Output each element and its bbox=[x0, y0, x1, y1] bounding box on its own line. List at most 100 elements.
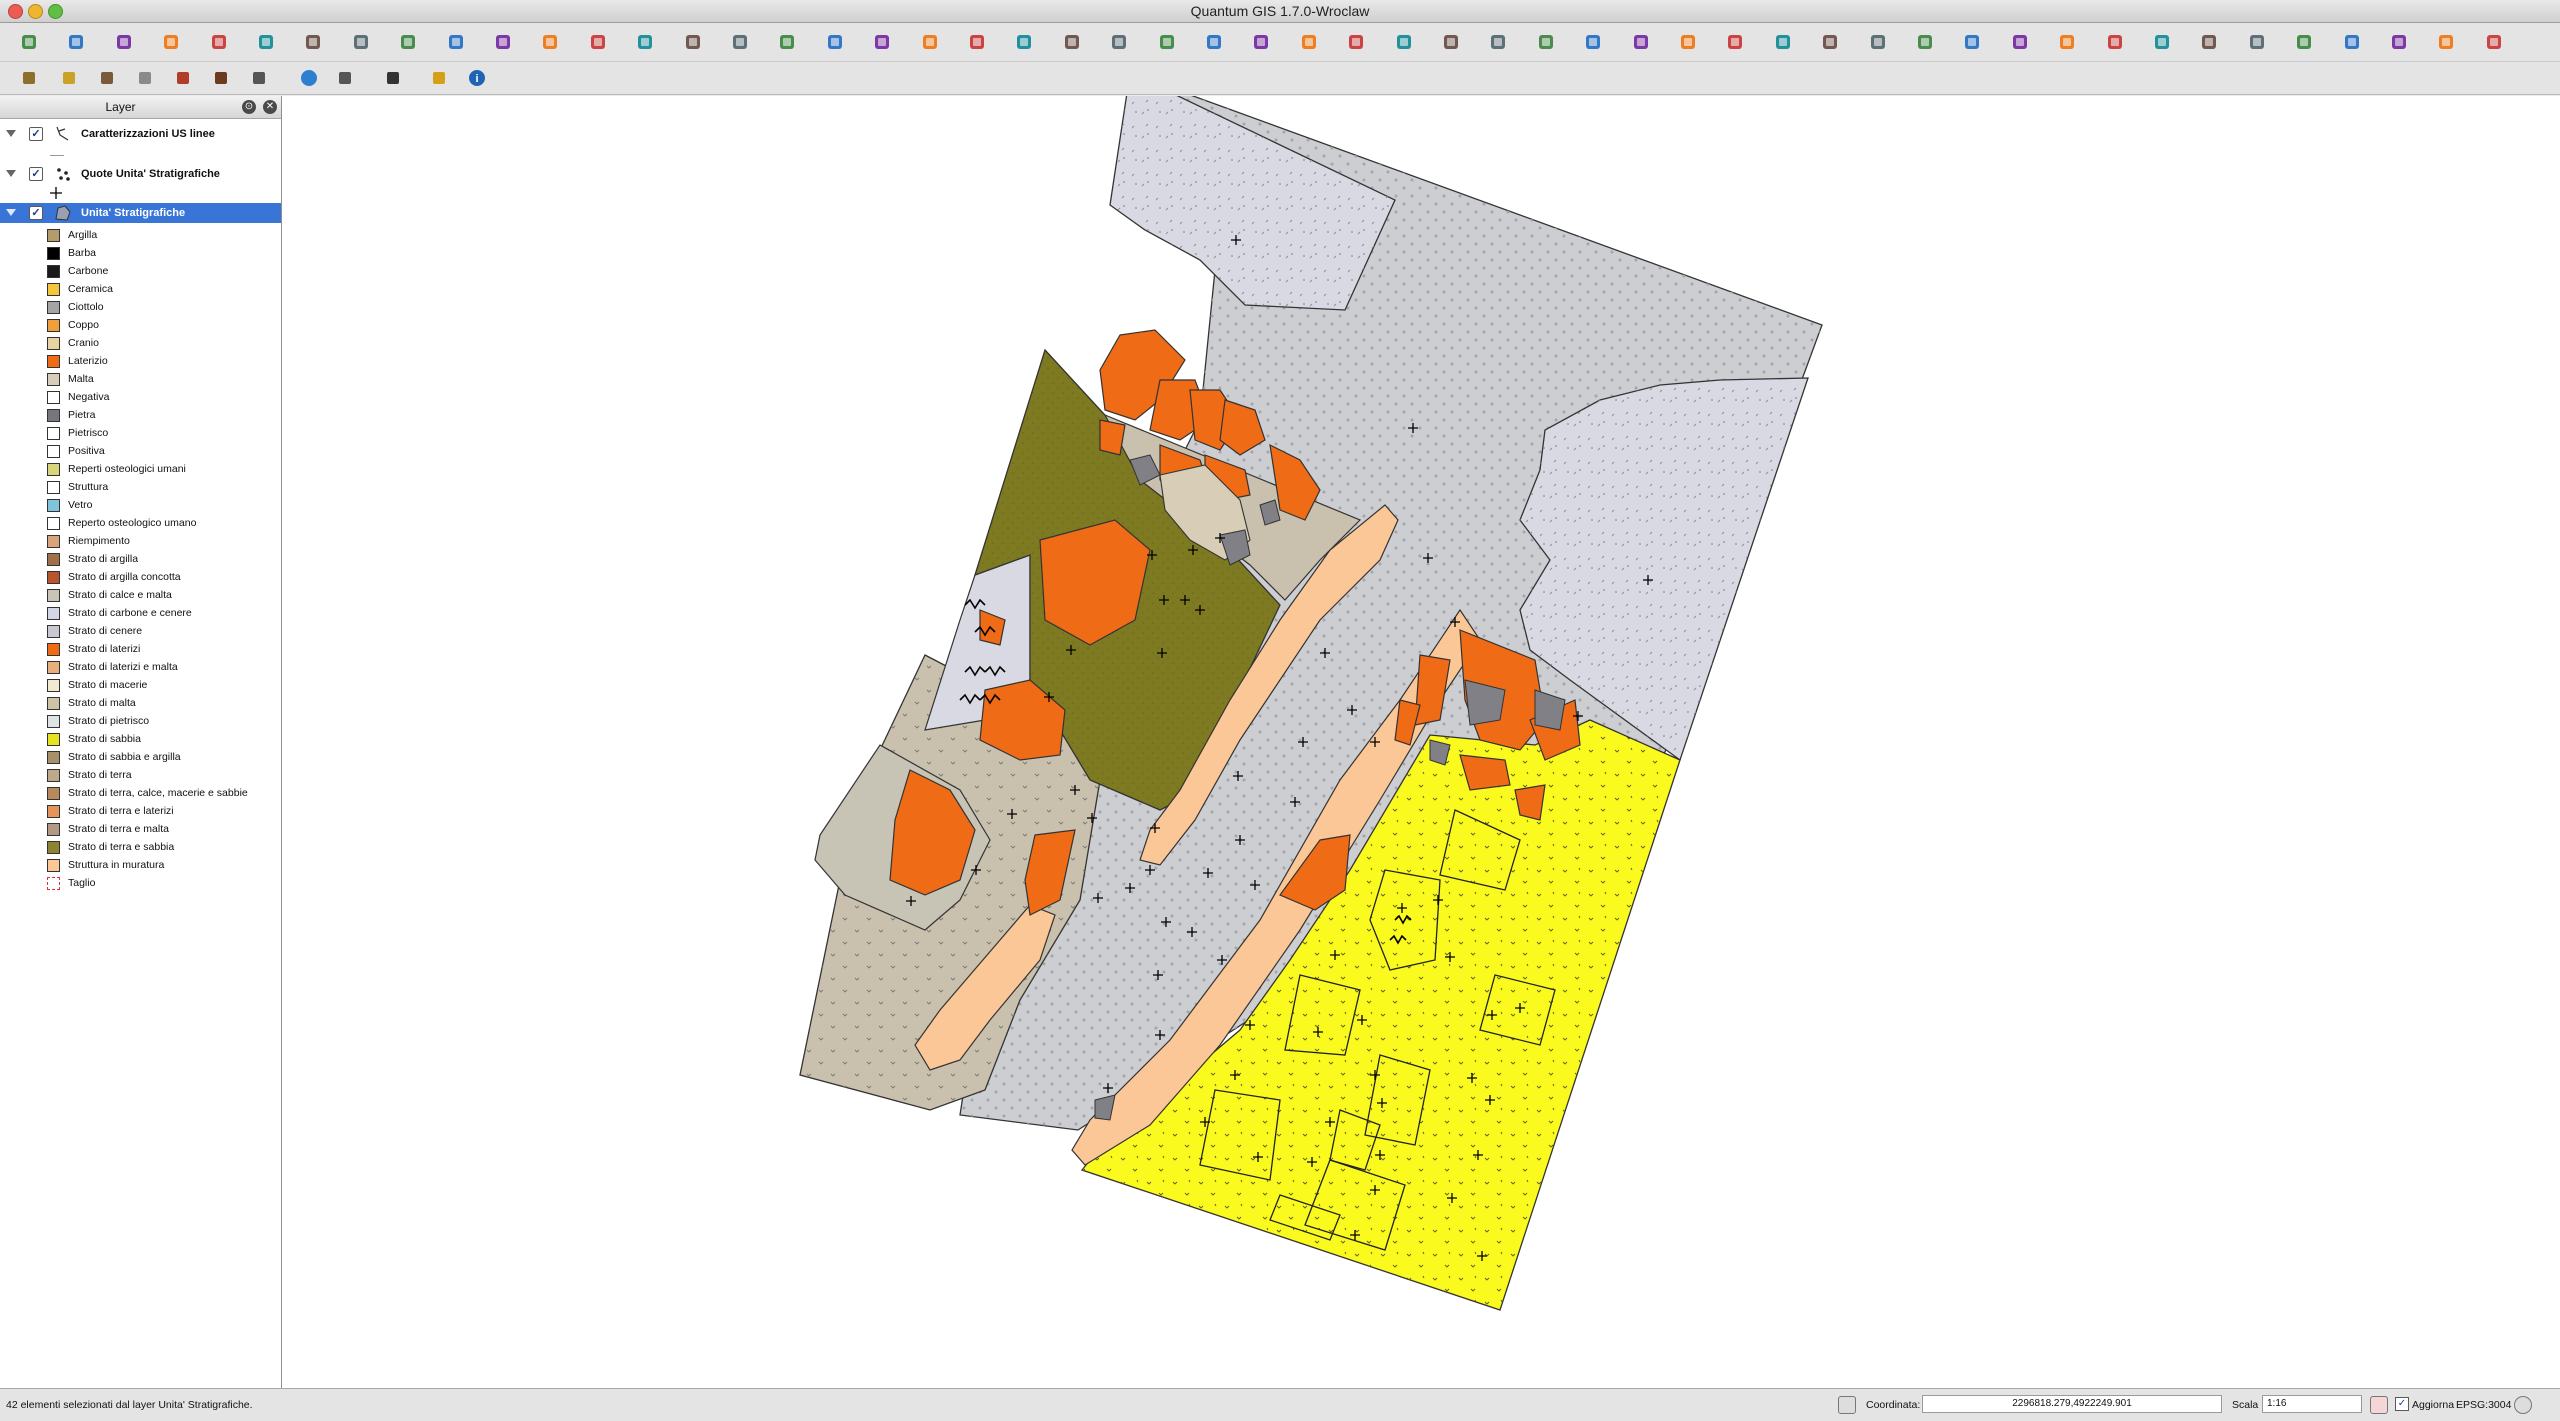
legend-item[interactable]: Strato di macerie bbox=[0, 676, 281, 694]
save-edits-icon[interactable] bbox=[869, 29, 895, 55]
zoom-in-icon[interactable] bbox=[490, 29, 516, 55]
map-tips-icon[interactable] bbox=[2054, 29, 2080, 55]
deselect-icon[interactable] bbox=[1959, 29, 1985, 55]
attribute-table-icon[interactable] bbox=[2007, 29, 2033, 55]
globe-icon[interactable] bbox=[296, 65, 322, 91]
legend-item[interactable]: Struttura in muratura bbox=[0, 856, 281, 874]
legend-item[interactable]: Taglio bbox=[0, 874, 281, 892]
zoom-extent-icon[interactable] bbox=[1343, 29, 1369, 55]
refresh-icon[interactable] bbox=[774, 29, 800, 55]
coordinate-field[interactable]: 2296818.279,4922249.901 bbox=[1922, 1395, 2222, 1413]
zoom-in-alt-icon[interactable] bbox=[1485, 29, 1511, 55]
legend-item[interactable]: Strato di cenere bbox=[0, 622, 281, 640]
legend-item[interactable]: Pietra bbox=[0, 406, 281, 424]
stop-render-icon[interactable] bbox=[2370, 1396, 2388, 1414]
zoom-native-icon[interactable] bbox=[1438, 29, 1464, 55]
measure-area-icon[interactable] bbox=[1865, 29, 1891, 55]
layer-visibility-checkbox[interactable]: ✓ bbox=[29, 167, 43, 181]
shoe-icon[interactable] bbox=[94, 65, 120, 91]
scale-field[interactable]: 1:16 bbox=[2262, 1395, 2362, 1413]
crs-settings-icon[interactable] bbox=[2514, 1396, 2532, 1414]
layer-item-quote[interactable]: ✓ Quote Unita' Stratigrafiche bbox=[0, 164, 281, 184]
legend-item[interactable]: Strato di terra bbox=[0, 766, 281, 784]
cut-icon[interactable] bbox=[1059, 29, 1085, 55]
camera-icon[interactable] bbox=[380, 65, 406, 91]
node-tool-icon[interactable] bbox=[964, 29, 990, 55]
map-canvas[interactable] bbox=[282, 96, 2560, 1388]
panel-float-icon[interactable]: ⊙ bbox=[242, 100, 256, 114]
new-composer-icon[interactable] bbox=[2339, 29, 2365, 55]
zoom-out-icon[interactable] bbox=[537, 29, 563, 55]
coordinate-toggle-icon[interactable] bbox=[1838, 1396, 1856, 1414]
legend-item[interactable]: Negativa bbox=[0, 388, 281, 406]
new-project-icon[interactable] bbox=[16, 29, 42, 55]
legend-item[interactable]: Argilla bbox=[0, 226, 281, 244]
select-icon[interactable] bbox=[1912, 29, 1938, 55]
add-star-icon[interactable] bbox=[253, 29, 279, 55]
pan-map-icon[interactable] bbox=[443, 29, 469, 55]
paste-icon[interactable] bbox=[1154, 29, 1180, 55]
legend-item[interactable]: Strato di carbone e cenere bbox=[0, 604, 281, 622]
legend-item[interactable]: Malta bbox=[0, 370, 281, 388]
boot-icon[interactable] bbox=[208, 65, 234, 91]
add-vector-icon[interactable] bbox=[1628, 29, 1654, 55]
tool-sheet-icon[interactable] bbox=[132, 65, 158, 91]
legend-item[interactable]: Strato di laterizi e malta bbox=[0, 658, 281, 676]
new-bookmark-icon[interactable] bbox=[2102, 29, 2128, 55]
zoom-layer-icon[interactable] bbox=[632, 29, 658, 55]
legend-item[interactable]: Vetro bbox=[0, 496, 281, 514]
legend-item[interactable]: Cranio bbox=[0, 334, 281, 352]
legend-item[interactable]: Ciottolo bbox=[0, 298, 281, 316]
layer-item-unita-stratigrafiche[interactable]: ✓ Unita' Stratigrafiche bbox=[0, 203, 281, 223]
legend-item[interactable]: Positiva bbox=[0, 442, 281, 460]
legend-item[interactable]: Strato di terra e laterizi bbox=[0, 802, 281, 820]
zoom-full-icon[interactable] bbox=[585, 29, 611, 55]
render-checkbox[interactable]: ✓ bbox=[2395, 1397, 2409, 1411]
tower-icon[interactable] bbox=[246, 65, 272, 91]
pan-hand-icon[interactable] bbox=[1201, 29, 1227, 55]
zoom-minus-icon[interactable] bbox=[1296, 29, 1322, 55]
copy-icon[interactable] bbox=[1106, 29, 1132, 55]
legend-item[interactable]: Strato di terra e malta bbox=[0, 820, 281, 838]
zoom-out-alt-icon[interactable] bbox=[1533, 29, 1559, 55]
save-project-icon[interactable] bbox=[111, 29, 137, 55]
text-icon[interactable] bbox=[2291, 29, 2317, 55]
legend-item[interactable]: Strato di sabbia e argilla bbox=[0, 748, 281, 766]
legend-item[interactable]: Strato di argilla bbox=[0, 550, 281, 568]
save-as-icon[interactable] bbox=[158, 29, 184, 55]
legend-item[interactable]: Carbone bbox=[0, 262, 281, 280]
show-bookmarks-icon[interactable] bbox=[2149, 29, 2175, 55]
whats-this-icon[interactable] bbox=[1770, 29, 1796, 55]
legend-item[interactable]: Strato di terra, calce, macerie e sabbie bbox=[0, 784, 281, 802]
zoom-selection-icon[interactable] bbox=[1391, 29, 1417, 55]
crs-label[interactable]: EPSG:3004 bbox=[2456, 1399, 2511, 1411]
legend-item[interactable]: Strato di calce e malta bbox=[0, 586, 281, 604]
remove-layer-icon[interactable] bbox=[300, 29, 326, 55]
legend-item[interactable]: Barba bbox=[0, 244, 281, 262]
expand-triangle-icon[interactable] bbox=[6, 130, 16, 137]
move-feature-icon[interactable] bbox=[917, 29, 943, 55]
database-icon[interactable] bbox=[56, 65, 82, 91]
sync-icon[interactable] bbox=[332, 65, 358, 91]
legend-item[interactable]: Strato di laterizi bbox=[0, 640, 281, 658]
legend-item[interactable]: Strato di malta bbox=[0, 694, 281, 712]
open-project-icon[interactable] bbox=[63, 29, 89, 55]
legend-item[interactable]: Reperti osteologici umani bbox=[0, 460, 281, 478]
map-svg[interactable] bbox=[282, 96, 2560, 1388]
legend-item[interactable]: Laterizio bbox=[0, 352, 281, 370]
cart-icon[interactable] bbox=[170, 65, 196, 91]
legend-item[interactable]: Strato di argilla concotta bbox=[0, 568, 281, 586]
legend-item[interactable]: Strato di sabbia bbox=[0, 730, 281, 748]
legend-item[interactable]: Reperto osteologico umano bbox=[0, 514, 281, 532]
zoom-last-icon[interactable] bbox=[680, 29, 706, 55]
expand-triangle-icon[interactable] bbox=[6, 170, 16, 177]
undo-icon[interactable] bbox=[348, 29, 374, 55]
print-icon[interactable] bbox=[2481, 29, 2507, 55]
legend-item[interactable]: Ceramica bbox=[0, 280, 281, 298]
layer-item-caratterizzazioni[interactable]: ✓ Caratterizzazioni US linee bbox=[0, 124, 281, 144]
redo-icon[interactable] bbox=[395, 29, 421, 55]
legend-item[interactable]: Pietrisco bbox=[0, 424, 281, 442]
zoom-plus-icon[interactable] bbox=[1248, 29, 1274, 55]
delete-feature-icon[interactable] bbox=[1011, 29, 1037, 55]
plugin-icon[interactable] bbox=[16, 65, 42, 91]
